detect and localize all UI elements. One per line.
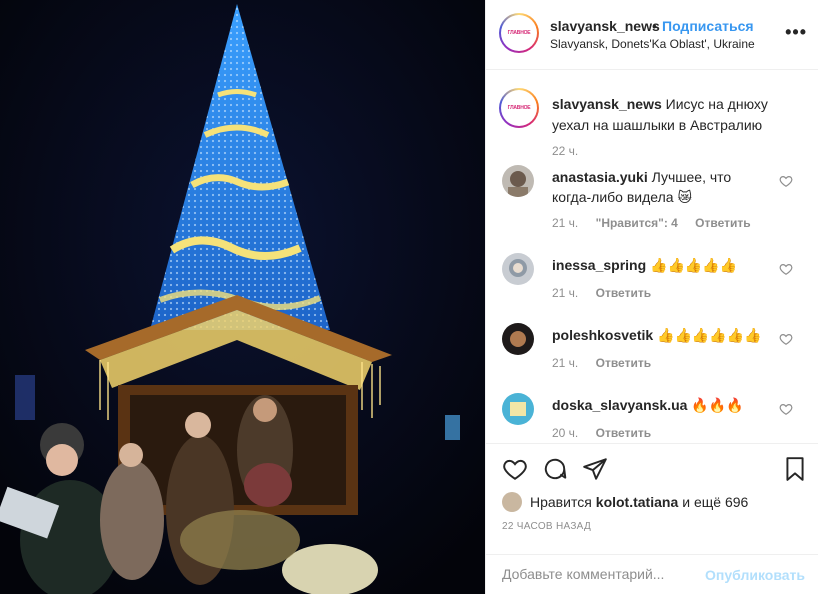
post-photo[interactable] (0, 0, 485, 594)
comment-time[interactable]: 21 ч. (552, 216, 578, 230)
heart-icon[interactable] (779, 332, 793, 346)
add-comment-bar: Опубликовать (486, 554, 818, 594)
comment-body: inessa_spring 👍👍👍👍👍 (552, 255, 762, 275)
likes-prefix: Нравится (530, 494, 592, 510)
comment-meta: 20 ч. Ответить (552, 426, 665, 440)
bookmark-icon[interactable] (782, 456, 808, 482)
reply-button[interactable]: Ответить (596, 356, 651, 370)
share-icon[interactable] (582, 456, 608, 482)
comment-body: anastasia.yuki Лучшее, что когда-либо ви… (552, 167, 762, 207)
comment-likes[interactable]: "Нравится": 4 (596, 216, 678, 230)
heart-icon[interactable] (779, 402, 793, 416)
heart-icon[interactable] (779, 262, 793, 276)
caption-time[interactable]: 22 ч. (552, 144, 578, 158)
post-actions: Нравится kolot.tatiana и ещё 696 22 ЧАСО… (486, 443, 818, 593)
author-username[interactable]: slavyansk_news (550, 18, 660, 34)
liker-username[interactable]: kolot.tatiana (596, 494, 678, 510)
comment-time[interactable]: 21 ч. (552, 286, 578, 300)
comment-body: poleshkosvetik 👍👍👍👍👍👍 (552, 325, 762, 345)
publish-button[interactable]: Опубликовать (705, 567, 805, 583)
comment-input[interactable] (502, 566, 702, 582)
comment-time[interactable]: 20 ч. (552, 426, 578, 440)
post-time-ago[interactable]: 22 ЧАСОВ НАЗАД (502, 521, 591, 532)
avatar[interactable] (502, 393, 534, 425)
comment-meta: 21 ч. Ответить (552, 286, 665, 300)
reply-button[interactable]: Ответить (596, 286, 651, 300)
christmas-tree-photo (0, 0, 485, 594)
caption-username[interactable]: slavyansk_news (552, 96, 662, 112)
caption-avatar[interactable]: ГЛАВНОЕ (499, 88, 539, 128)
comment-icon[interactable] (542, 456, 568, 482)
comment-username[interactable]: poleshkosvetik (552, 327, 653, 343)
likes-summary[interactable]: Нравится kolot.tatiana и ещё 696 (502, 492, 748, 512)
follow-button[interactable]: Подписаться (662, 18, 754, 34)
comment-text: 👍👍👍👍👍 (650, 257, 738, 273)
comment-time[interactable]: 21 ч. (552, 356, 578, 370)
liker-avatar (502, 492, 522, 512)
comment-body: doska_slavyansk.ua 🔥🔥🔥 (552, 395, 762, 415)
comment-text: 🔥🔥🔥 (691, 397, 744, 413)
comments-list[interactable]: ГЛАВНОЕ slavyansk_news Иисус на днюху уе… (486, 71, 818, 443)
more-horizontal-icon[interactable]: ••• (785, 22, 807, 43)
avatar[interactable] (502, 165, 534, 197)
comment-username[interactable]: anastasia.yuki (552, 169, 648, 185)
caption: slavyansk_news Иисус на днюху уехал на ш… (552, 94, 782, 136)
comment-username[interactable]: doska_slavyansk.ua (552, 397, 687, 413)
post-side-panel: ГЛАВНОЕ slavyansk_news • Подписаться Sla… (485, 0, 818, 594)
reply-button[interactable]: Ответить (596, 426, 651, 440)
separator-dot: • (652, 18, 657, 34)
comment-meta: 21 ч. "Нравится": 4 Ответить (552, 216, 765, 230)
heart-icon[interactable] (779, 174, 793, 188)
post-header: ГЛАВНОЕ slavyansk_news • Подписаться Sla… (486, 0, 818, 70)
author-avatar[interactable]: ГЛАВНОЕ (499, 13, 539, 53)
avatar[interactable] (502, 323, 534, 355)
heart-icon[interactable] (502, 456, 528, 482)
comment-text: 👍👍👍👍👍👍 (657, 327, 762, 343)
likes-suffix[interactable]: и ещё 696 (682, 494, 748, 510)
post-location[interactable]: Slavyansk, Donets'Ka Oblast', Ukraine (550, 37, 755, 51)
comment-meta: 21 ч. Ответить (552, 356, 665, 370)
reply-button[interactable]: Ответить (695, 216, 750, 230)
avatar[interactable] (502, 253, 534, 285)
comment-username[interactable]: inessa_spring (552, 257, 646, 273)
